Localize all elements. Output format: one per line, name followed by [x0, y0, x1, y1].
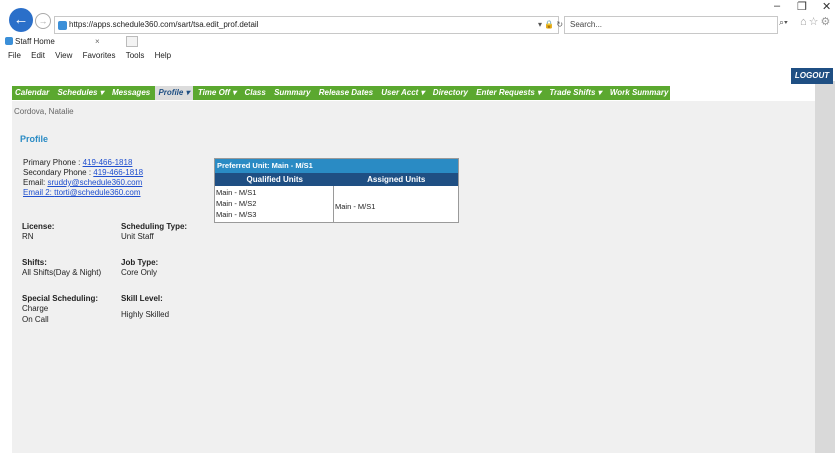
browser-menu-bar: File Edit View Favorites Tools Help	[0, 49, 835, 63]
preferred-unit: Preferred Unit: Main - M/S1	[215, 159, 458, 173]
nav-trade-shifts[interactable]: Trade Shifts ▾	[546, 86, 604, 100]
assigned-units-list: Main - M/S1	[334, 186, 458, 222]
menu-favorites[interactable]: Favorites	[83, 51, 116, 60]
assigned-units-header: Assigned Units	[367, 175, 426, 184]
email-link[interactable]: sruddy@schedule360.com	[47, 178, 142, 187]
secondary-phone-row: Secondary Phone : 419-466-1818	[23, 168, 143, 177]
nav-calendar[interactable]: Calendar	[12, 86, 52, 100]
nav-work-summary[interactable]: Work Summary	[607, 86, 670, 100]
menu-tools[interactable]: Tools	[126, 51, 145, 60]
menu-help[interactable]: Help	[155, 51, 171, 60]
back-arrow-icon: ←	[13, 11, 29, 28]
search-input[interactable]: Search...	[564, 16, 778, 34]
license-label: License:	[22, 222, 55, 231]
nav-directory[interactable]: Directory	[430, 86, 471, 100]
email-row: Email: sruddy@schedule360.com	[23, 178, 142, 187]
app-area: LOGOUT Calendar Schedules ▾ Messages Pro…	[0, 63, 835, 453]
special-scheduling-value-2: On Call	[22, 315, 49, 324]
nav-schedules[interactable]: Schedules ▾	[54, 86, 106, 100]
menu-edit[interactable]: Edit	[31, 51, 45, 60]
nav-messages[interactable]: Messages	[109, 86, 153, 100]
url-tools-icons[interactable]: ▾ 🔒 ↻	[538, 16, 563, 34]
license-value: RN	[22, 232, 34, 241]
special-scheduling-label: Special Scheduling:	[22, 294, 99, 303]
profile-content: Cordova, Natalie Profile Primary Phone :…	[12, 101, 815, 453]
new-tab-button[interactable]	[126, 36, 138, 47]
user-name: Cordova, Natalie	[14, 107, 74, 116]
scheduling-type-label: Scheduling Type:	[121, 222, 188, 231]
primary-phone-label: Primary Phone :	[23, 158, 83, 167]
special-scheduling-value-1: Charge	[22, 304, 49, 313]
qualified-unit-item: Main - M/S3	[216, 210, 257, 219]
nav-enter-requests[interactable]: Enter Requests ▾	[473, 86, 544, 100]
job-type-label: Job Type:	[121, 258, 159, 267]
main-nav-bar: Calendar Schedules ▾ Messages Profile ▾ …	[12, 86, 670, 100]
nav-class[interactable]: Class	[241, 86, 268, 100]
menu-view[interactable]: View	[55, 51, 72, 60]
email-label: Email:	[23, 178, 48, 187]
nav-time-off[interactable]: Time Off ▾	[195, 86, 239, 100]
email2-link[interactable]: ttorti@schedule360.com	[54, 188, 140, 197]
email2-row: Email 2: ttorti@schedule360.com	[23, 188, 141, 197]
qualified-unit-item: Main - M/S1	[216, 188, 257, 197]
qualified-units-list: Main - M/S1 Main - M/S2 Main - M/S3	[215, 186, 334, 222]
units-header-row: Qualified Units Assigned Units	[215, 173, 458, 186]
restore-button[interactable]: ❐	[797, 0, 807, 13]
secondary-phone-link[interactable]: 419-466-1818	[93, 168, 143, 177]
nav-summary[interactable]: Summary	[271, 86, 313, 100]
forward-button[interactable]: →	[35, 13, 51, 29]
nav-release-dates[interactable]: Release Dates	[316, 86, 376, 100]
qualified-units-header: Qualified Units	[246, 175, 303, 184]
minimize-button[interactable]: –	[774, 0, 780, 12]
back-button[interactable]: ←	[9, 8, 33, 32]
browser-window: ← → https://apps.schedule360.com/sart/ts…	[0, 0, 835, 453]
section-title: Profile	[20, 134, 49, 144]
tab-favicon-icon	[5, 37, 13, 45]
skill-level-label: Skill Level:	[121, 294, 163, 303]
close-window-button[interactable]: ✕	[822, 0, 831, 13]
logout-button[interactable]: LOGOUT	[791, 68, 833, 84]
primary-phone-row: Primary Phone : 419-466-1818	[23, 158, 132, 167]
menu-file[interactable]: File	[8, 51, 21, 60]
address-bar[interactable]: https://apps.schedule360.com/sart/tsa.ed…	[54, 16, 559, 34]
search-icon[interactable]: ⌕▾	[779, 17, 788, 28]
url-text: https://apps.schedule360.com/sart/tsa.ed…	[69, 20, 259, 29]
units-table: Preferred Unit: Main - M/S1 Qualified Un…	[214, 158, 459, 223]
tab-staff-home[interactable]: Staff Home ×	[2, 34, 126, 49]
nav-user-acct[interactable]: User Acct ▾	[378, 86, 427, 100]
tab-strip: Staff Home ×	[0, 34, 835, 49]
forward-arrow-icon: →	[38, 16, 48, 26]
job-type-value: Core Only	[121, 268, 158, 277]
skill-level-value: Highly Skilled	[121, 310, 170, 319]
assigned-unit-item: Main - M/S1	[335, 202, 376, 211]
qualified-unit-item: Main - M/S2	[216, 199, 257, 208]
shifts-value: All Shifts(Day & Night)	[22, 268, 102, 277]
right-gutter	[815, 81, 835, 453]
shifts-label: Shifts:	[22, 258, 47, 267]
email2-label-link[interactable]: Email 2:	[23, 188, 54, 197]
tab-close-icon[interactable]: ×	[95, 34, 100, 49]
primary-phone-link[interactable]: 419-466-1818	[83, 158, 133, 167]
scheduling-type-value: Unit Staff	[121, 232, 154, 241]
units-body: Main - M/S1 Main - M/S2 Main - M/S3 Main…	[215, 186, 458, 222]
tab-title: Staff Home	[15, 37, 55, 46]
nav-profile[interactable]: Profile ▾	[155, 86, 193, 100]
home-favorites-settings-icons[interactable]: ⌂☆⚙	[800, 15, 832, 28]
address-bar-row: ← → https://apps.schedule360.com/sart/ts…	[0, 0, 835, 34]
site-favicon-icon	[58, 21, 67, 30]
secondary-phone-label: Secondary Phone :	[23, 168, 94, 177]
